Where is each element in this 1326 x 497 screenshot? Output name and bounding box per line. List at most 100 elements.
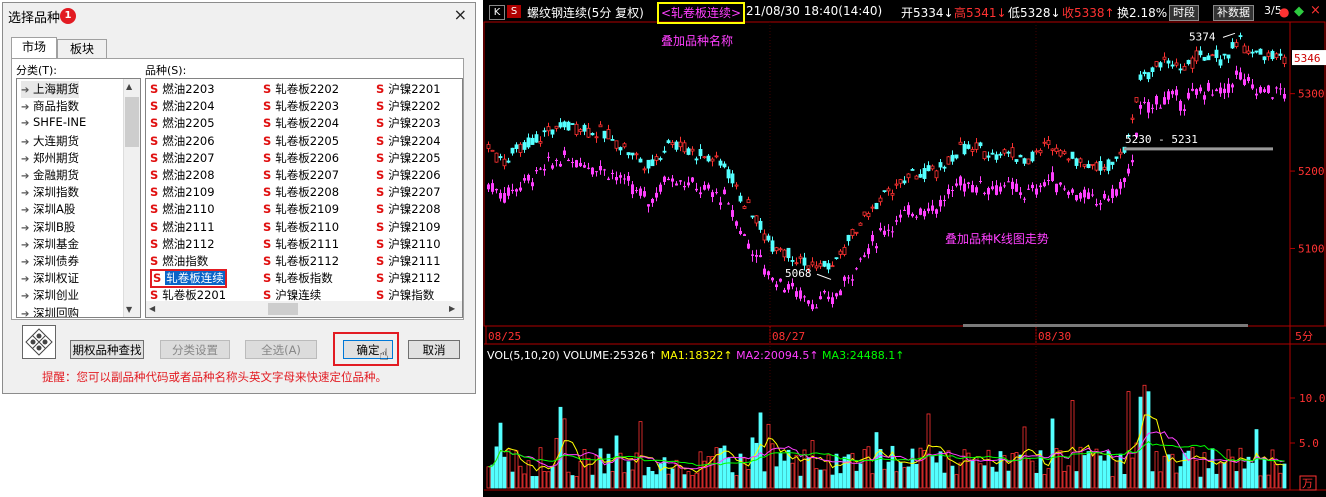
candle bbox=[1110, 161, 1115, 165]
symbol-item[interactable]: S 燃油2110 bbox=[150, 201, 215, 218]
scroll-thumb[interactable] bbox=[125, 97, 139, 147]
category-item[interactable]: ➔ 郑州期货 bbox=[21, 150, 79, 167]
category-list[interactable]: ➔ 上海期货 ➔ 商品指数 ➔ SHFE-INE ➔ 大连期货 ➔ 郑州期货 ➔ 金融期货 ➔ 深圳指数 ➔… bbox=[16, 78, 141, 318]
candle bbox=[926, 165, 931, 172]
symbol-item[interactable]: S 沪镍2111 bbox=[376, 253, 441, 270]
symbol-item[interactable]: S 轧卷板2206 bbox=[263, 150, 339, 167]
expand-arrow-icon[interactable]: ➔ bbox=[21, 154, 33, 165]
category-item[interactable]: ➔ 深圳权证 bbox=[21, 270, 79, 287]
overlay-candle bbox=[859, 258, 862, 260]
category-item[interactable]: ➔ 深圳指数 bbox=[21, 184, 79, 201]
symbol-item-selected[interactable]: S 轧卷板连续 bbox=[150, 269, 227, 289]
expand-arrow-icon[interactable]: ➔ bbox=[21, 223, 33, 234]
category-item[interactable]: ➔ 金融期货 bbox=[21, 167, 79, 184]
volume-bar bbox=[806, 457, 811, 489]
symbol-hscrollbar[interactable]: ◀ ▶ bbox=[146, 301, 462, 317]
category-item[interactable]: ➔ 深圳债券 bbox=[21, 253, 79, 270]
scroll-right-icon[interactable]: ▶ bbox=[449, 304, 455, 313]
candle bbox=[630, 152, 635, 156]
tab-market[interactable]: 市场 bbox=[11, 37, 57, 59]
symbol-item[interactable]: S 轧卷板2202 bbox=[263, 81, 339, 98]
scroll-up-icon[interactable]: ▲ bbox=[126, 82, 132, 91]
expand-arrow-icon[interactable]: ➔ bbox=[21, 309, 33, 317]
s-button[interactable]: S bbox=[507, 5, 521, 18]
symbol-item[interactable]: S 轧卷板2111 bbox=[263, 236, 339, 253]
category-scrollbar[interactable]: ▲ ▼ bbox=[123, 79, 140, 317]
symbol-item[interactable]: S 轧卷板2109 bbox=[263, 201, 339, 218]
symbol-item[interactable]: S 轧卷板2112 bbox=[263, 253, 339, 270]
symbol-item[interactable]: S 轧卷板2204 bbox=[263, 115, 339, 132]
symbol-item[interactable]: S 轧卷板2208 bbox=[263, 184, 339, 201]
symbol-item[interactable]: S 轧卷板指数 bbox=[263, 270, 333, 287]
expand-arrow-icon[interactable]: ➔ bbox=[21, 240, 33, 251]
symbol-item[interactable]: S 轧卷板2207 bbox=[263, 167, 339, 184]
tab-sector[interactable]: 板块 bbox=[57, 39, 107, 58]
symbol-item[interactable]: S 轧卷板2205 bbox=[263, 133, 339, 150]
category-item[interactable]: ➔ 大连期货 bbox=[21, 133, 79, 150]
category-item[interactable]: ➔ 深圳B股 bbox=[21, 219, 75, 236]
diamond-icon[interactable]: ◆ bbox=[1294, 4, 1304, 19]
expand-arrow-icon[interactable]: ➔ bbox=[21, 171, 33, 182]
candle bbox=[1194, 50, 1199, 62]
expand-arrow-icon[interactable]: ➔ bbox=[21, 137, 33, 148]
category-item[interactable]: ➔ 上海期货 bbox=[21, 81, 79, 98]
candle bbox=[770, 240, 775, 252]
close-icon[interactable]: × bbox=[454, 5, 467, 24]
expand-arrow-icon[interactable]: ➔ bbox=[21, 102, 33, 113]
symbol-item[interactable]: S 沪镍2208 bbox=[376, 201, 441, 218]
expand-arrow-icon[interactable]: ➔ bbox=[21, 205, 33, 216]
category-item[interactable]: ➔ SHFE-INE bbox=[21, 115, 86, 132]
class-setting-button[interactable]: 分类设置 bbox=[160, 340, 230, 359]
expand-arrow-icon[interactable]: ➔ bbox=[21, 118, 33, 129]
symbol-item[interactable]: S 燃油指数 bbox=[150, 253, 208, 270]
symbol-item[interactable]: S 沪镍2202 bbox=[376, 98, 441, 115]
kline-chart[interactable]: 5300 5200 5100 5346 08/25 08/27 08/30 5分 5374 506… bbox=[483, 0, 1326, 497]
cancel-button[interactable]: 取消 bbox=[408, 340, 460, 359]
symbol-item[interactable]: S 沪镍2201 bbox=[376, 81, 441, 98]
symbol-item[interactable]: S 燃油2204 bbox=[150, 98, 215, 115]
period-button[interactable]: 时段 bbox=[1169, 5, 1199, 21]
symbol-item[interactable]: S 燃油2206 bbox=[150, 133, 215, 150]
symbol-item[interactable]: S 沪镍2205 bbox=[376, 150, 441, 167]
symbol-item[interactable]: S 燃油2111 bbox=[150, 219, 215, 236]
scroll-down-icon[interactable]: ▼ bbox=[126, 305, 132, 314]
symbol-list[interactable]: S 燃油2203 S 燃油2204 S 燃油2205 S 燃油2206 S 燃油2207 S 燃油22… bbox=[145, 78, 463, 318]
close-icon[interactable]: × bbox=[1310, 3, 1321, 18]
symbol-item[interactable]: S 沪镍2207 bbox=[376, 184, 441, 201]
symbol-item[interactable]: S 燃油2208 bbox=[150, 167, 215, 184]
expand-arrow-icon[interactable]: ➔ bbox=[21, 188, 33, 199]
symbol-item[interactable]: S 燃油2207 bbox=[150, 150, 215, 167]
symbol-item[interactable]: S 沪镍2203 bbox=[376, 115, 441, 132]
symbol-item[interactable]: S 沪镍2110 bbox=[376, 236, 441, 253]
expand-arrow-icon[interactable]: ➔ bbox=[21, 274, 33, 285]
category-item[interactable]: ➔ 深圳创业 bbox=[21, 287, 79, 304]
category-item[interactable]: ➔ 深圳A股 bbox=[21, 201, 75, 218]
category-item[interactable]: ➔ 商品指数 bbox=[21, 98, 79, 115]
symbol-item[interactable]: S 燃油2205 bbox=[150, 115, 215, 132]
scroll-left-icon[interactable]: ◀ bbox=[149, 304, 155, 313]
option-lookup-button[interactable]: 期权品种查找 bbox=[70, 340, 144, 359]
symbol-item[interactable]: S 沪镍2112 bbox=[376, 270, 441, 287]
symbol-item[interactable]: S 燃油2109 bbox=[150, 184, 215, 201]
overlay-candle bbox=[1155, 95, 1158, 105]
volume-bar bbox=[1130, 457, 1135, 489]
expand-arrow-icon[interactable]: ➔ bbox=[21, 291, 33, 302]
symbol-item[interactable]: S 轧卷板2110 bbox=[263, 219, 339, 236]
symbol-item[interactable]: S 沪镍2109 bbox=[376, 219, 441, 236]
expand-arrow-icon[interactable]: ➔ bbox=[21, 257, 33, 268]
k-button[interactable]: K bbox=[489, 5, 505, 20]
symbol-item[interactable]: S 轧卷板2203 bbox=[263, 98, 339, 115]
category-item[interactable]: ➔ 深圳回购 bbox=[21, 305, 79, 317]
expand-arrow-icon[interactable]: ➔ bbox=[21, 85, 33, 96]
symbol-item[interactable]: S 燃油2203 bbox=[150, 81, 215, 98]
scroll-thumb[interactable] bbox=[268, 303, 298, 315]
symbol-label: 燃油2203 bbox=[162, 82, 215, 96]
symbol-item[interactable]: S 沪镍2206 bbox=[376, 167, 441, 184]
supplement-data-button[interactable]: 补数据 bbox=[1213, 5, 1254, 21]
select-all-button[interactable]: 全选(A) bbox=[245, 340, 317, 359]
symbol-item[interactable]: S 沪镍2204 bbox=[376, 133, 441, 150]
stop-icon[interactable]: ● bbox=[1279, 5, 1289, 19]
overlay-trend-annotation: 叠加品种K线图走势 bbox=[945, 232, 1049, 246]
category-item[interactable]: ➔ 深圳基金 bbox=[21, 236, 79, 253]
symbol-item[interactable]: S 燃油2112 bbox=[150, 236, 215, 253]
